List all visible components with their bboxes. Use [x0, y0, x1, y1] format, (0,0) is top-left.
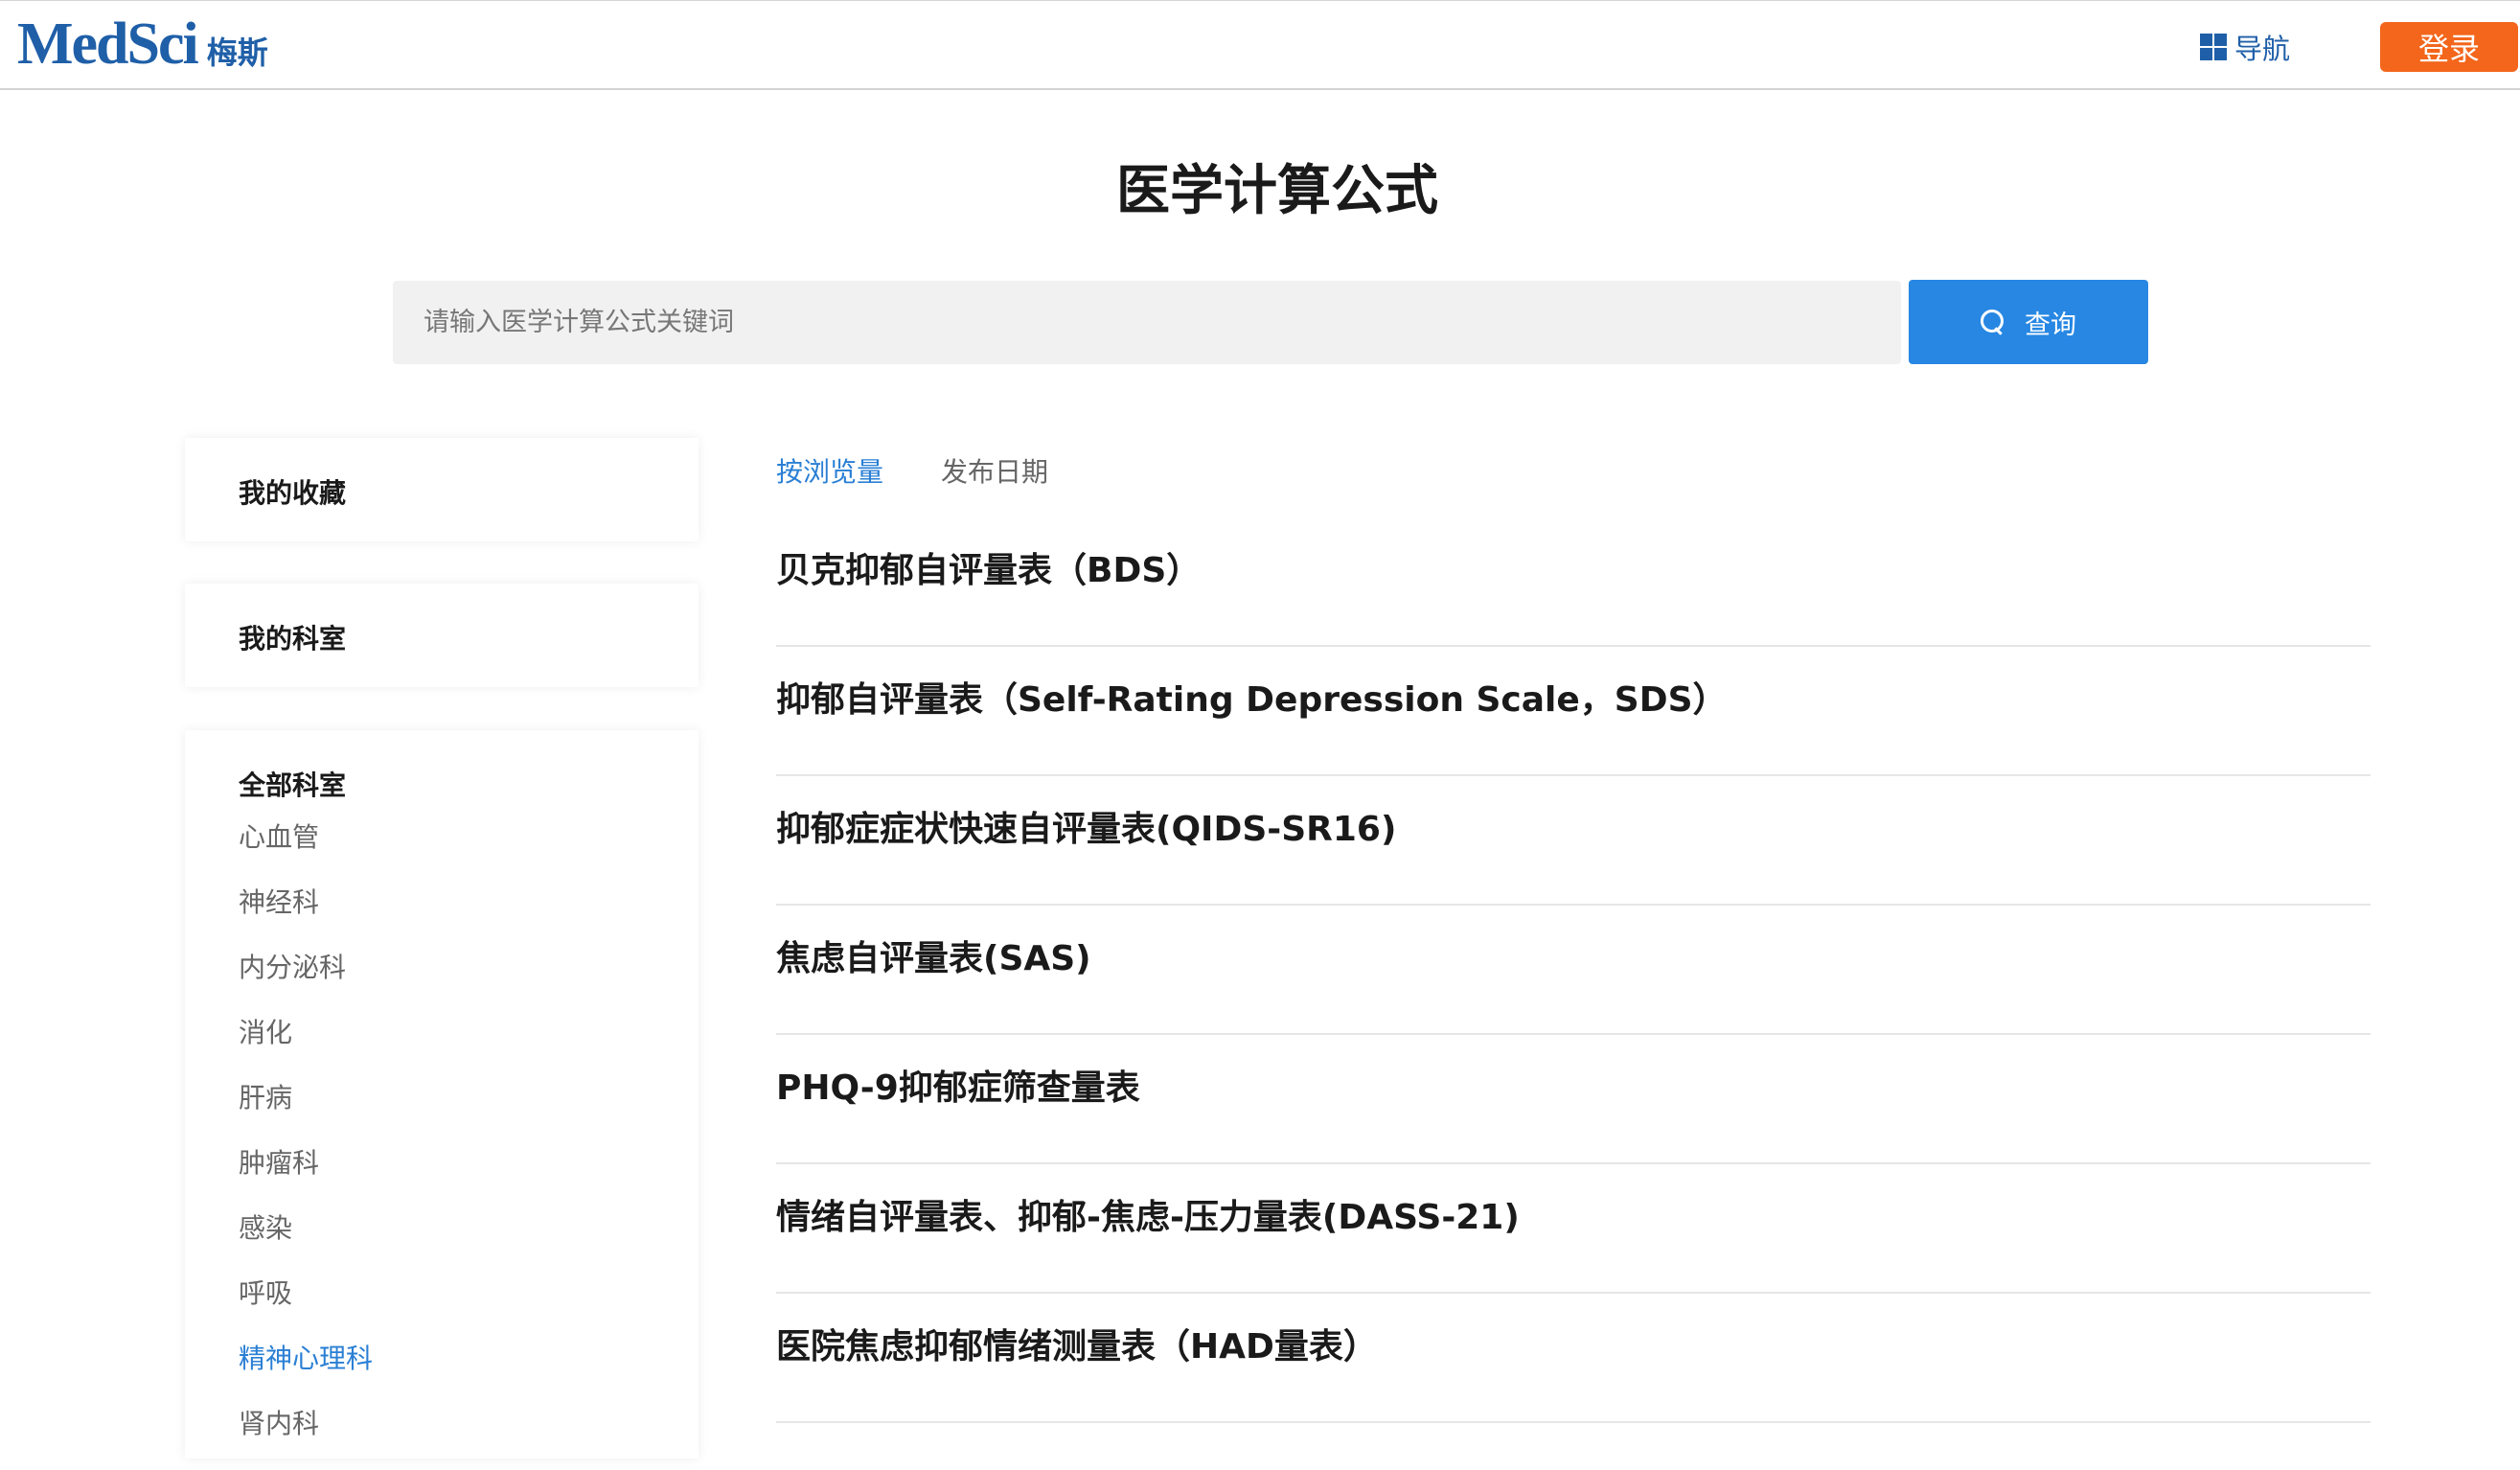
formula-item[interactable]: 情绪自评量表、抑郁-焦虑-压力量表(DASS-21)	[776, 1164, 2371, 1294]
my-departments-card[interactable]: 我的科室	[185, 584, 699, 687]
grid-icon	[2200, 34, 2227, 60]
formula-item[interactable]: 焦虑自评量表(SAS)	[776, 906, 2371, 1035]
formula-title[interactable]: 焦虑自评量表(SAS)	[776, 930, 1091, 980]
search-button[interactable]: 查询	[1909, 280, 2148, 364]
nav-menu-link[interactable]: 导航	[2200, 28, 2290, 66]
all-departments-card: 全部科室 心血管 神经科 内分泌科 消化 肝病 肿瘤科 感染 呼吸 精神心理科 …	[185, 730, 699, 1459]
formula-item[interactable]: 抑郁自评量表（Self-Rating Depression Scale，SDS）	[776, 647, 2371, 776]
department-item[interactable]: 肝病	[239, 1079, 373, 1144]
logo-text: MedSci	[17, 11, 199, 77]
sort-tabs: 按浏览量 发布日期	[776, 451, 1048, 490]
my-departments-label: 我的科室	[239, 623, 347, 655]
formula-title[interactable]: 抑郁症症状快速自评量表(QIDS-SR16)	[776, 801, 1396, 851]
department-item[interactable]: 肿瘤科	[239, 1144, 373, 1209]
formula-item[interactable]: PHQ-9抑郁症筛查量表	[776, 1035, 2371, 1164]
nav-label: 导航	[2234, 33, 2291, 65]
search-input[interactable]	[393, 281, 1901, 364]
medsci-logo[interactable]: MedSci 梅斯	[17, 9, 268, 80]
formula-list: 贝克抑郁自评量表（BDS） 抑郁自评量表（Self-Rating Depress…	[776, 517, 2371, 1423]
department-item[interactable]: 肾内科	[239, 1405, 373, 1470]
formula-title[interactable]: 情绪自评量表、抑郁-焦虑-压力量表(DASS-21)	[776, 1189, 1520, 1239]
sort-tab-date[interactable]: 发布日期	[941, 451, 1048, 490]
formula-item[interactable]: 贝克抑郁自评量表（BDS）	[776, 517, 2371, 647]
favorites-card[interactable]: 我的收藏	[185, 438, 699, 541]
department-item[interactable]: 消化	[239, 1014, 373, 1079]
department-item[interactable]: 内分泌科	[239, 949, 373, 1014]
page-title: 医学计算公式	[1116, 160, 1438, 222]
formula-title[interactable]: 贝克抑郁自评量表（BDS）	[776, 542, 1201, 592]
formula-item[interactable]: 抑郁症症状快速自评量表(QIDS-SR16)	[776, 776, 2371, 906]
search-icon	[1981, 310, 2005, 334]
department-item[interactable]: 呼吸	[239, 1275, 373, 1340]
formula-title[interactable]: 医院焦虑抑郁情绪测量表（HAD量表）	[776, 1319, 1378, 1368]
sort-tab-views[interactable]: 按浏览量	[776, 451, 883, 490]
logo-subtext: 梅斯	[206, 34, 268, 71]
formula-title[interactable]: 抑郁自评量表（Self-Rating Depression Scale，SDS）	[776, 672, 1728, 722]
all-departments-label: 全部科室	[239, 769, 347, 801]
department-item[interactable]: 心血管	[239, 818, 373, 884]
login-button[interactable]: 登录	[2380, 22, 2518, 72]
favorites-label: 我的收藏	[239, 477, 347, 509]
department-item-active[interactable]: 精神心理科	[239, 1340, 373, 1405]
search-button-label: 查询	[2025, 310, 2076, 340]
department-list: 心血管 神经科 内分泌科 消化 肝病 肿瘤科 感染 呼吸 精神心理科 肾内科	[239, 818, 373, 1470]
department-item[interactable]: 神经科	[239, 884, 373, 949]
department-item[interactable]: 感染	[239, 1209, 373, 1275]
formula-item[interactable]: 医院焦虑抑郁情绪测量表（HAD量表）	[776, 1294, 2371, 1423]
site-header: MedSci 梅斯 导航 登录	[0, 0, 2520, 90]
formula-title[interactable]: PHQ-9抑郁症筛查量表	[776, 1060, 1140, 1110]
